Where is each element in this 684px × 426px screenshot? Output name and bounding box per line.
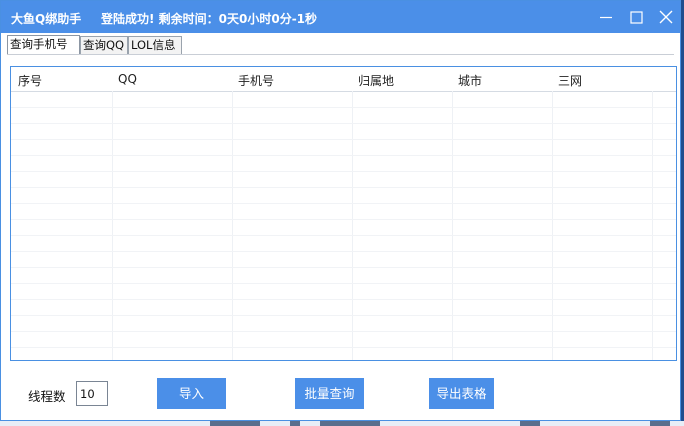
column-header-city[interactable]: 城市	[458, 72, 482, 89]
column-header-index[interactable]: 序号	[18, 72, 42, 89]
tab-query-phone[interactable]: 查询手机号	[7, 35, 80, 55]
grid-column-line	[652, 91, 653, 360]
close-button[interactable]	[656, 7, 676, 27]
results-table[interactable]: 序号 QQ 手机号 归属地 城市 三网	[10, 66, 677, 361]
tab-divider	[7, 54, 674, 55]
grid-row-line	[11, 331, 676, 332]
thread-count-input[interactable]	[76, 381, 108, 406]
main-window: 大鱼Q绑助手 登陆成功! 剩余时间：0天0小时0分-1秒 查询手机号 查询QQ …	[0, 0, 681, 421]
grid-column-line	[352, 91, 353, 360]
grid-row-line	[11, 315, 676, 316]
grid-row-line	[11, 171, 676, 172]
grid-row-line	[11, 107, 676, 108]
grid-row-line	[11, 283, 676, 284]
login-status: 登陆成功! 剩余时间：0天0小时0分-1秒	[101, 12, 318, 26]
grid-row-line	[11, 155, 676, 156]
control-bar: 线程数 导入 批量查询 导出表格	[1, 371, 682, 416]
grid-row-line	[11, 139, 676, 140]
column-header-qq[interactable]: QQ	[118, 72, 137, 86]
column-header-location[interactable]: 归属地	[358, 72, 394, 89]
grid-row-line	[11, 123, 676, 124]
grid-row-line	[11, 219, 676, 220]
tab-query-qq[interactable]: 查询QQ	[80, 36, 128, 54]
maximize-icon	[630, 11, 643, 24]
batch-query-button[interactable]: 批量查询	[295, 378, 364, 409]
column-header-carrier[interactable]: 三网	[558, 72, 582, 89]
tab-lol-info[interactable]: LOL信息	[128, 36, 182, 54]
grid-row-line	[11, 299, 676, 300]
grid-column-line	[232, 91, 233, 360]
table-header: 序号 QQ 手机号 归属地 城市 三网	[11, 67, 676, 92]
grid-column-line	[112, 91, 113, 360]
desktop-taskbar-strip	[0, 421, 684, 426]
minimize-icon	[600, 16, 612, 19]
grid-column-line	[552, 91, 553, 360]
column-header-phone[interactable]: 手机号	[238, 72, 274, 89]
close-icon	[659, 10, 673, 24]
grid-row-line	[11, 251, 676, 252]
grid-row-line	[11, 235, 676, 236]
grid-column-line	[452, 91, 453, 360]
maximize-button[interactable]	[626, 7, 646, 27]
grid-row-line	[11, 347, 676, 348]
grid-row-line	[11, 187, 676, 188]
grid-row-line	[11, 267, 676, 268]
app-title: 大鱼Q绑助手	[11, 12, 82, 26]
grid-row-line	[11, 203, 676, 204]
thread-count-label: 线程数	[28, 389, 66, 404]
export-table-button[interactable]: 导出表格	[429, 378, 494, 409]
minimize-button[interactable]	[596, 7, 616, 27]
import-button[interactable]: 导入	[157, 378, 226, 409]
title-bar[interactable]: 大鱼Q绑助手 登陆成功! 剩余时间：0天0小时0分-1秒	[1, 1, 680, 33]
